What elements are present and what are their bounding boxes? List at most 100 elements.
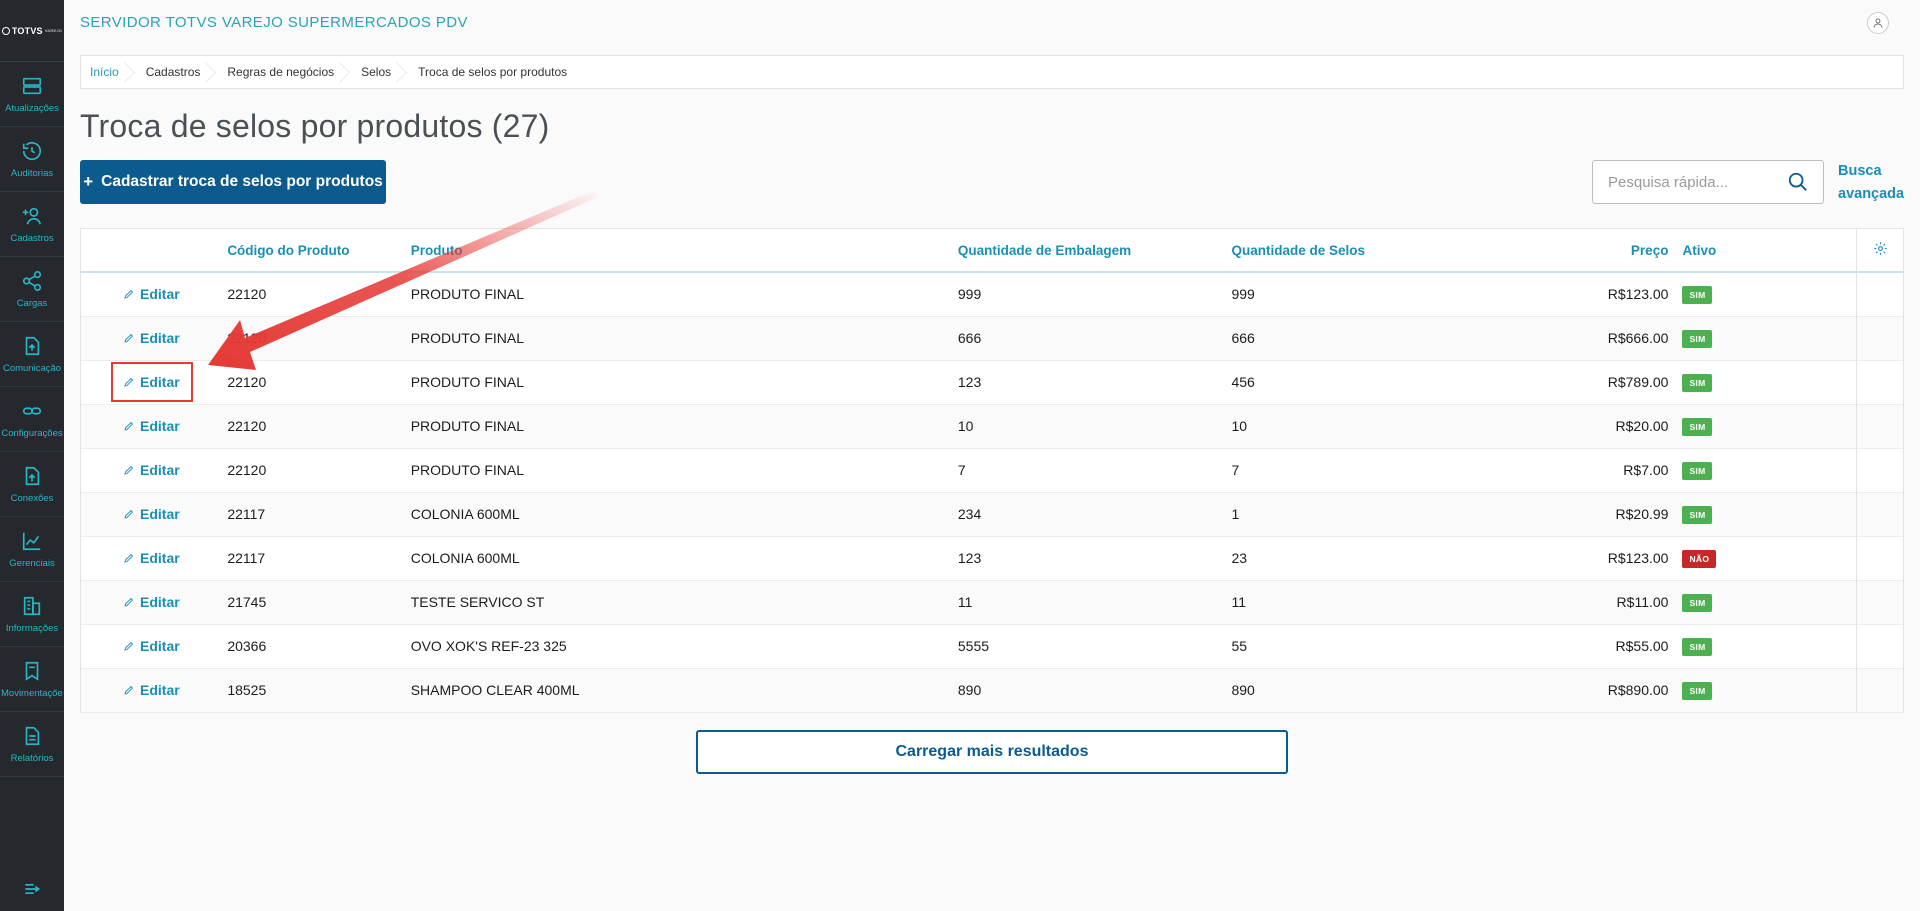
status-badge: SIM [1682,593,1713,612]
quick-search [1592,160,1824,204]
advanced-search-link[interactable]: Busca avançada [1838,160,1908,206]
breadcrumb-cadastros[interactable]: Cadastros [137,56,219,88]
cell-product: PRODUTO FINAL [410,330,525,346]
table-row: Editar 22117 COLONIA 600ML 123 23 R$123.00 NÃO [81,536,1903,580]
chart-icon [22,532,41,550]
breadcrumb: Início Cadastros Regras de negócios Selo… [80,55,1904,89]
sidebar-item-movimentacoes[interactable]: Movimentações [0,647,64,712]
quick-search-input[interactable] [1593,173,1781,191]
user-menu-button[interactable] [1867,12,1889,34]
status-badge: NÃO [1682,549,1717,568]
cell-product-code: 22120 [227,462,267,478]
header-pack-quantity[interactable]: Quantidade de Embalagem [958,229,1232,272]
status-badge: SIM [1682,637,1713,656]
edit-link[interactable]: Editar [123,418,180,434]
cell-product-code: 21745 [227,594,267,610]
cell-product: PRODUTO FINAL [410,462,525,478]
pencil-icon [124,597,134,607]
header-product-code[interactable]: Código do Produto [227,229,410,272]
load-more-button[interactable]: Carregar mais resultados [696,730,1288,774]
cell-active: SIM [1680,492,1856,536]
sidebar-item-atualizacoes[interactable]: Atualizações [0,62,64,127]
add-seal-exchange-button[interactable]: + Cadastrar troca de selos por produtos [80,160,386,204]
sidebar-item-label: Cadastros [10,232,54,244]
book-icon [25,661,39,681]
cell-pack-quantity: 890 [957,682,982,698]
pencil-icon [124,289,134,299]
pencil-icon [124,685,134,695]
table-header-row: Código do Produto Produto Quantidade de … [81,229,1903,272]
sidebar-item-auditorias[interactable]: Auditorias [0,127,64,192]
table-row: Editar 21745 TESTE SERVICO ST 11 11 R$11.00 SI… [81,580,1903,624]
cell-pack-quantity: 234 [957,506,982,522]
cell-empty [1856,492,1903,536]
cell-pack-quantity: 999 [957,286,982,303]
cell-seal-quantity: 890 [1231,682,1255,698]
cell-empty [1856,624,1903,668]
table-body: Editar 22120 PRODUTO FINAL 999 999 R$123.00 SI… [81,272,1903,712]
column-settings-button[interactable] [1856,229,1903,272]
edit-cell: Editar [81,448,227,492]
sidebar-item-configuracoes[interactable]: Configurações [0,387,64,452]
cell-pack-quantity: 11 [957,594,973,610]
breadcrumb-selos[interactable]: Selos [352,56,409,88]
header-price[interactable]: Preço [1595,229,1680,272]
sidebar-item-relatorios[interactable]: Relatórios [0,712,64,777]
header-active[interactable]: Ativo [1680,229,1856,272]
header-seal-quantity[interactable]: Quantidade de Selos [1231,229,1595,272]
sidebar-item-comunicacao[interactable]: Comunicação [0,322,64,387]
sidebar-item-label: Comunicação [2,362,62,374]
edit-link[interactable]: Editar [123,286,180,302]
sidebar-item-conexoes[interactable]: Conexões [0,452,64,517]
edit-link[interactable]: Editar [123,638,180,654]
link-icon [22,406,42,415]
cell-empty [1856,536,1903,580]
breadcrumb-inicio[interactable]: Início [81,56,137,88]
totvs-logo[interactable]: TOTVS VAREJO [0,0,64,62]
edit-link[interactable]: Editar [123,330,180,346]
cell-price: R$7.00 [1623,462,1669,478]
status-badge: SIM [1682,373,1713,392]
cell-seal-quantity: 11 [1231,594,1247,610]
sidebar-item-label: Movimentações [1,687,63,699]
sidebar-item-cargas[interactable]: Cargas [0,257,64,322]
edit-link[interactable]: Editar [123,550,180,566]
pencil-icon [124,421,134,431]
cell-product: COLONIA 600ML [410,550,520,566]
cell-product-code: 22117 [227,550,266,566]
cell-active: SIM [1680,360,1856,404]
edit-label: Editar [140,593,180,610]
cell-product-code: 22120 [227,286,267,303]
sidebar-item-informacoes[interactable]: Informações [0,582,64,647]
logo-mark-icon [1,26,10,35]
sidebar-item-gerenciais[interactable]: Gerenciais [0,517,64,582]
gear-icon [1873,242,1888,259]
edit-cell: Editar [81,580,227,624]
cell-price: R$20.99 [1615,506,1669,522]
header-product[interactable]: Produto [411,229,958,272]
cell-price: R$11.00 [1616,594,1669,610]
status-badge: SIM [1682,505,1713,524]
cell-active: SIM [1680,272,1856,316]
search-icon[interactable] [1787,171,1809,193]
expand-menu-icon [25,884,41,894]
edit-label: Editar [140,681,180,698]
edit-link[interactable]: Editar [123,506,180,522]
edit-label: Editar [140,637,180,654]
breadcrumb-regras-de-negocios[interactable]: Regras de negócios [218,56,352,88]
edit-link[interactable]: Editar [123,682,180,698]
share-icon [22,270,42,291]
cell-price: R$55.00 [1615,638,1669,654]
pencil-icon [124,553,134,563]
cell-product-code: 22120 [227,330,267,346]
edit-link[interactable]: Editar [123,462,180,478]
sidebar-item-cadastros[interactable]: Cadastros [0,192,64,257]
sidebar-collapse-button[interactable] [0,879,64,899]
cell-empty [1856,580,1903,624]
highlight-box-annotation [111,362,193,402]
sidebar-item-label: Auditorias [10,167,54,179]
cell-price: R$123.00 [1607,286,1669,303]
edit-link[interactable]: Editar [123,594,180,610]
cell-price: R$666.00 [1607,330,1669,346]
status-badge: SIM [1682,417,1713,436]
